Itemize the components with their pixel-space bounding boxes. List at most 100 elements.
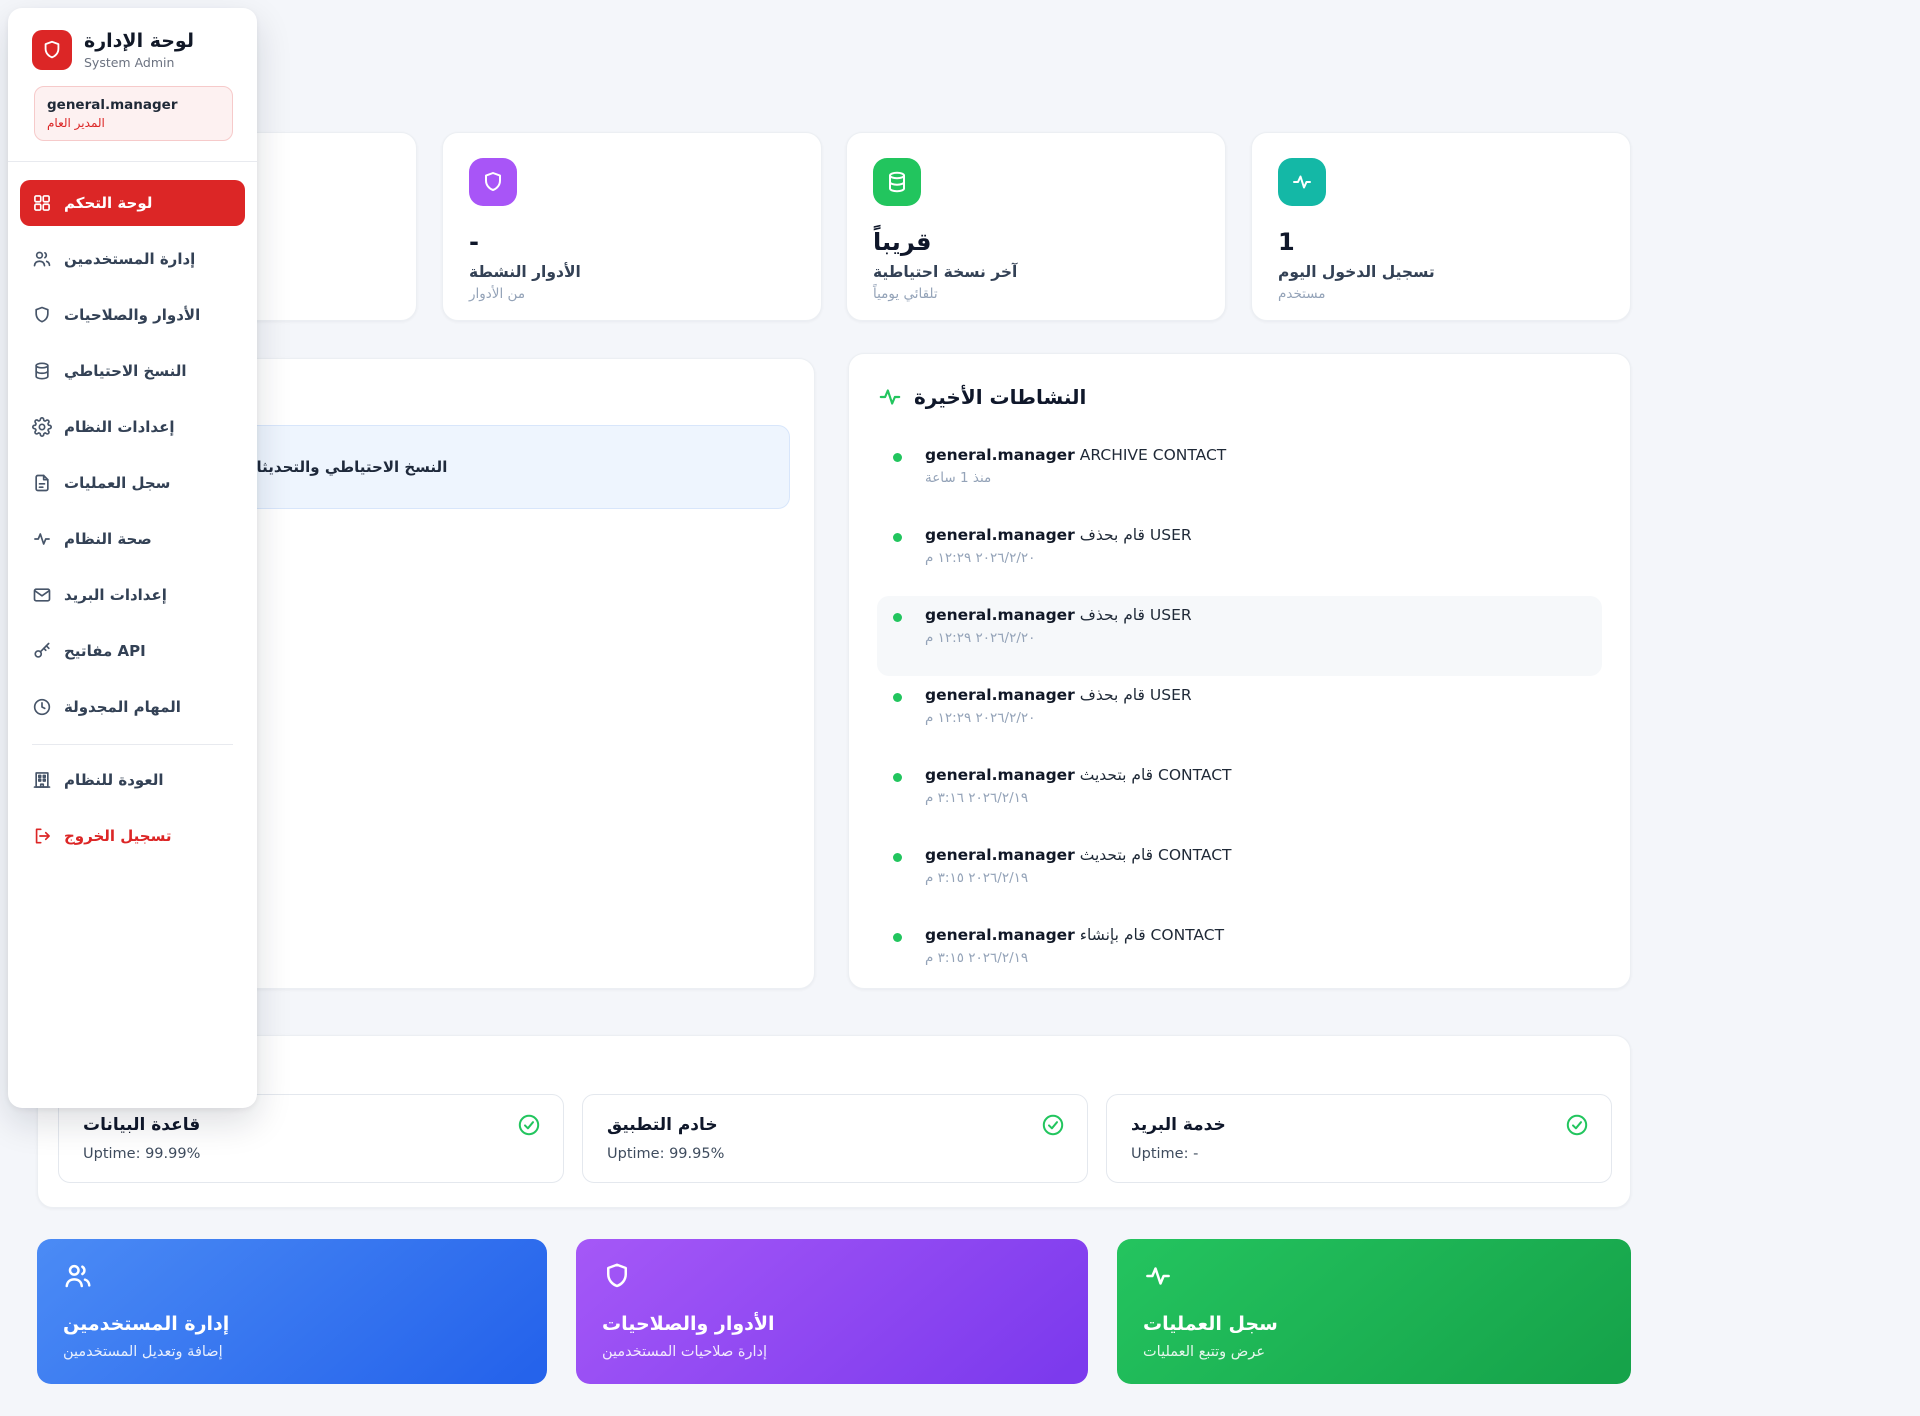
activity-row[interactable]: general.manager ARCHIVE CONTACT منذ 1 سا…	[877, 436, 1602, 516]
building-icon	[32, 770, 52, 790]
activity-action: قام بتحديث CONTACT	[1080, 846, 1232, 864]
activity-icon	[1278, 158, 1326, 206]
activity-row-highlighted[interactable]: general.manager قام بحذف USER ٢٠٢٦/٢/٢٠ …	[877, 596, 1602, 676]
activity-icon	[32, 529, 52, 549]
status-dot-icon	[893, 853, 902, 862]
quick-action-title: سجل العمليات	[1143, 1313, 1605, 1335]
activity-user: general.manager	[925, 526, 1075, 544]
activity-action: قام بحذف USER	[1080, 606, 1192, 624]
sidebar-item-logout[interactable]: تسجيل الخروج	[20, 813, 245, 859]
quick-action-subtitle: عرض وتتبع العمليات	[1143, 1344, 1605, 1360]
sidebar-item-mail-settings[interactable]: إعدادات البريد	[20, 572, 245, 618]
status-card-app-server: خادم التطبيق Uptime: 99.95%	[582, 1094, 1088, 1183]
activity-action: قام بإنشاء CONTACT	[1080, 926, 1224, 944]
mail-icon	[32, 585, 52, 605]
activity-user: general.manager	[925, 446, 1075, 464]
activity-row[interactable]: general.manager قام بتحديث CONTACT ٢٠٢٦/…	[877, 756, 1602, 836]
stat-sublabel: تلقائي يومياً	[873, 286, 1199, 302]
activity-timestamp: ٢٠٢٦/٢/٢٠ ١٢:٢٩ م	[925, 630, 1586, 646]
activity-icon	[1143, 1261, 1605, 1291]
stat-card-active-roles: - الأدوار النشطة من الأدوار	[442, 132, 822, 321]
shield-icon	[32, 305, 52, 325]
activity-timestamp: ٢٠٢٦/٢/١٩ ٣:١٦ م	[925, 790, 1586, 806]
sidebar-item-label: إعدادات البريد	[64, 586, 167, 604]
sidebar-item-label: العودة للنظام	[64, 771, 164, 789]
sidebar-item-api-keys[interactable]: مفاتيح API	[20, 628, 245, 674]
sidebar-divider	[32, 744, 233, 745]
activity-timestamp: ٢٠٢٦/٢/١٩ ٣:١٥ م	[925, 950, 1586, 966]
current-user-badge: general.manager المدير العام	[34, 86, 233, 141]
status-uptime: Uptime: 99.99%	[83, 1146, 539, 1162]
activity-row[interactable]: general.manager قام بحذف USER ٢٠٢٦/٢/٢٠ …	[877, 676, 1602, 756]
activity-icon	[877, 384, 903, 410]
activity-user: general.manager	[925, 606, 1075, 624]
sidebar-item-backup[interactable]: النسخ الاحتياطي	[20, 348, 245, 394]
users-icon	[63, 1261, 521, 1291]
quick-action-users[interactable]: إدارة المستخدمين إضافة وتعديل المستخدمين	[37, 1239, 547, 1384]
check-circle-icon	[1565, 1113, 1589, 1137]
quick-action-subtitle: إدارة صلاحيات المستخدمين	[602, 1344, 1062, 1360]
document-icon	[32, 473, 52, 493]
activity-timestamp: ٢٠٢٦/٢/٢٠ ١٢:٢٩ م	[925, 550, 1586, 566]
quick-action-operations-log[interactable]: سجل العمليات عرض وتتبع العمليات	[1117, 1239, 1631, 1384]
key-icon	[32, 641, 52, 661]
stat-label: تسجيل الدخول اليوم	[1278, 263, 1604, 281]
sidebar-item-roles[interactable]: الأدوار والصلاحيات	[20, 292, 245, 338]
sidebar: لوحة الإدارة System Admin general.manage…	[8, 8, 257, 1108]
status-uptime: Uptime: -	[1131, 1146, 1587, 1162]
dashboard-icon	[32, 193, 52, 213]
quick-action-title: الأدوار والصلاحيات	[602, 1313, 1062, 1335]
activity-action: قام بحذف USER	[1080, 526, 1192, 544]
sidebar-nav: لوحة التحكم إدارة المستخدمين الأدوار وال…	[8, 162, 257, 859]
sidebar-item-operations-log[interactable]: سجل العمليات	[20, 460, 245, 506]
status-dot-icon	[893, 773, 902, 782]
sidebar-item-label: المهام المجدولة	[64, 698, 181, 716]
activity-row[interactable]: general.manager قام بتحديث CONTACT ٢٠٢٦/…	[877, 836, 1602, 916]
shield-icon	[469, 158, 517, 206]
status-dot-icon	[893, 533, 902, 542]
shield-icon	[602, 1261, 1062, 1291]
check-circle-icon	[517, 1113, 541, 1137]
check-circle-icon	[1041, 1113, 1065, 1137]
database-icon	[873, 158, 921, 206]
users-icon	[32, 249, 52, 269]
quick-action-title: إدارة المستخدمين	[63, 1313, 521, 1335]
stat-value: قريباً	[873, 230, 1199, 254]
app-title: لوحة الإدارة	[84, 30, 194, 53]
quick-action-subtitle: إضافة وتعديل المستخدمين	[63, 1344, 521, 1360]
status-dot-icon	[893, 693, 902, 702]
sidebar-item-users[interactable]: إدارة المستخدمين	[20, 236, 245, 282]
activity-timestamp: ٢٠٢٦/٢/٢٠ ١٢:٢٩ م	[925, 710, 1586, 726]
status-name: خادم التطبيق	[607, 1115, 1063, 1135]
sidebar-item-label: الأدوار والصلاحيات	[64, 306, 200, 324]
quick-action-roles[interactable]: الأدوار والصلاحيات إدارة صلاحيات المستخد…	[576, 1239, 1088, 1384]
activity-row[interactable]: general.manager قام بحذف USER ٢٠٢٦/٢/٢٠ …	[877, 516, 1602, 596]
sidebar-item-system-settings[interactable]: إعدادات النظام	[20, 404, 245, 450]
sidebar-item-dashboard[interactable]: لوحة التحكم	[20, 180, 245, 226]
sidebar-item-back-to-system[interactable]: العودة للنظام	[20, 757, 245, 803]
database-icon	[32, 361, 52, 381]
status-name: خدمة البريد	[1131, 1115, 1587, 1135]
sidebar-item-scheduled-tasks[interactable]: المهام المجدولة	[20, 684, 245, 730]
status-name: قاعدة البيانات	[83, 1115, 539, 1135]
activity-timestamp: ٢٠٢٦/٢/١٩ ٣:١٥ م	[925, 870, 1586, 886]
activity-user: general.manager	[925, 686, 1075, 704]
admin-dashboard-page: لوحة التحكم إليك نظرة عامة على النظام - …	[0, 0, 1920, 1416]
recent-activities-card: النشاطات الأخيرة general.manager ARCHIVE…	[848, 353, 1631, 989]
sidebar-item-label: سجل العمليات	[64, 474, 170, 492]
activity-user: general.manager	[925, 766, 1075, 784]
sidebar-item-label: صحة النظام	[64, 530, 152, 548]
activity-list: general.manager ARCHIVE CONTACT منذ 1 سا…	[877, 436, 1602, 996]
sidebar-item-label: إعدادات النظام	[64, 418, 174, 436]
stat-label: الأدوار النشطة	[469, 263, 795, 281]
sidebar-item-system-health[interactable]: صحة النظام	[20, 516, 245, 562]
status-dot-icon	[893, 933, 902, 942]
system-status-section: قاعدة البيانات Uptime: 99.99% خادم التطب…	[37, 1035, 1631, 1208]
recent-activities-header: النشاطات الأخيرة	[877, 384, 1602, 410]
current-user-name: general.manager	[47, 97, 220, 113]
activity-user: general.manager	[925, 926, 1075, 944]
stat-value: 1	[1278, 230, 1604, 254]
stat-label: آخر نسخة احتياطية	[873, 263, 1199, 281]
activity-row[interactable]: general.manager قام بإنشاء CONTACT ٢٠٢٦/…	[877, 916, 1602, 996]
stat-sublabel: من الأدوار	[469, 286, 795, 302]
